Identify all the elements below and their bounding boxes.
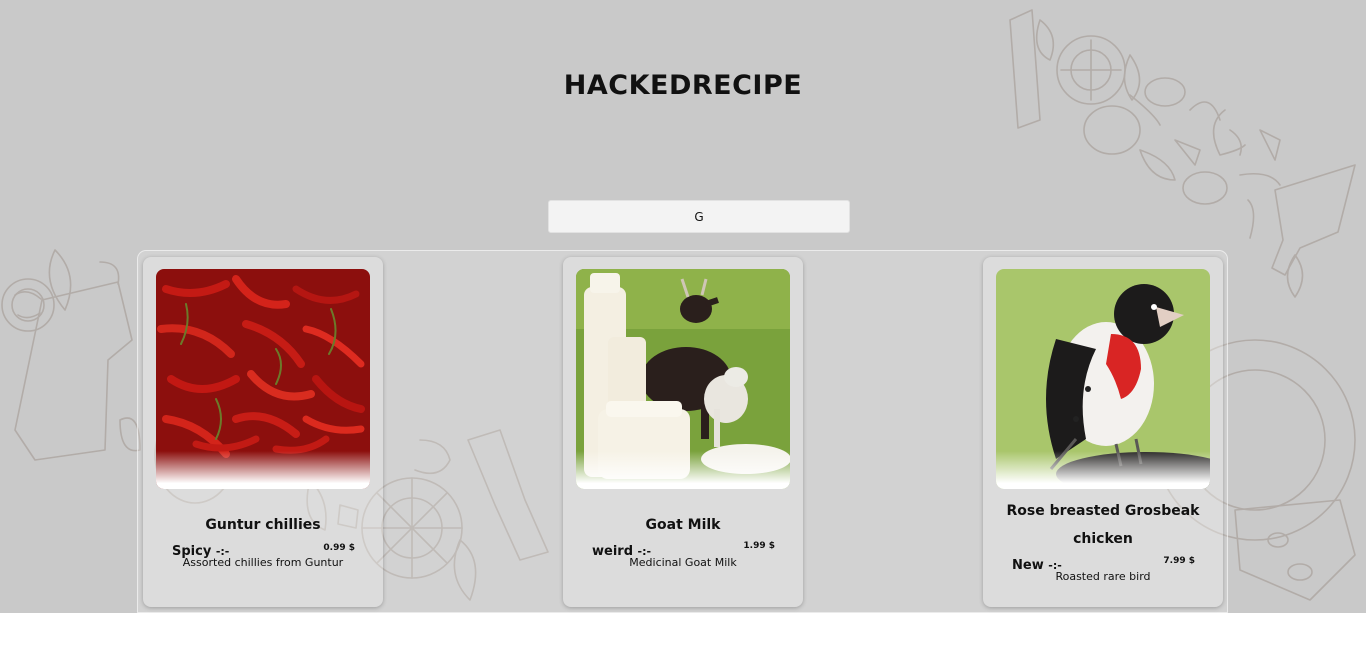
- product-image-grosbeak: [996, 269, 1210, 489]
- product-price: 7.99 $: [1163, 556, 1195, 566]
- product-card[interactable]: Guntur chillies Spicy -:- 0.99 $ Assorte…: [143, 257, 383, 607]
- product-name: Guntur chillies: [205, 517, 321, 533]
- product-name: Rose breasted Grosbeak chicken: [1006, 503, 1200, 547]
- product-image-goat-milk: [576, 269, 790, 489]
- product-price: 1.99 $: [743, 541, 775, 551]
- page-title: HACKEDRECIPE: [563, 70, 803, 101]
- product-description: Assorted chillies from Guntur: [182, 556, 344, 569]
- product-description: Roasted rare bird: [1055, 570, 1151, 583]
- product-card[interactable]: Rose breasted Grosbeak chicken New -:- 7…: [983, 257, 1223, 607]
- search-input[interactable]: [548, 200, 850, 233]
- product-name: Goat Milk: [645, 517, 721, 533]
- product-image-chillies: [156, 269, 370, 489]
- product-price: 0.99 $: [323, 543, 355, 553]
- product-description: Medicinal Goat Milk: [629, 556, 737, 569]
- product-card[interactable]: Goat Milk weird -:- 1.99 $ Medicinal Goa…: [563, 257, 803, 607]
